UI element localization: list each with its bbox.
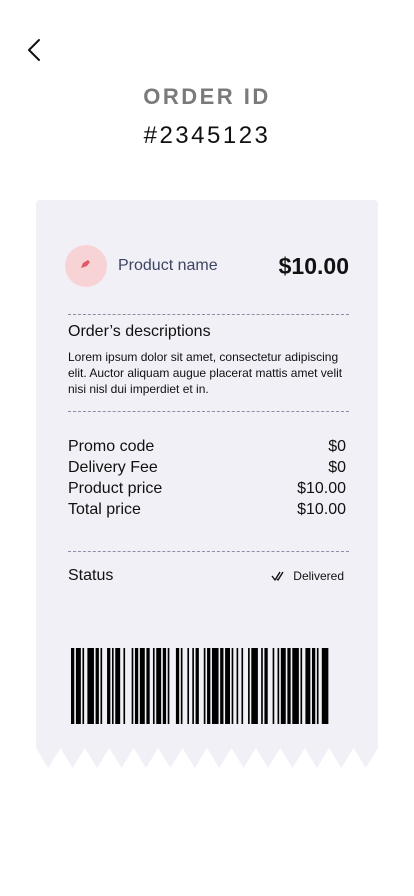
receipt-torn-edge <box>36 748 378 768</box>
barcode-bar <box>207 648 211 724</box>
fee-label: Delivery Fee <box>68 459 158 476</box>
barcode-bar <box>107 648 111 724</box>
fee-value: $0 <box>328 438 346 455</box>
barcode-bar <box>287 648 291 724</box>
divider <box>68 314 349 315</box>
fee-list: Promo code $0 Delivery Fee $0 Product pr… <box>68 436 346 520</box>
fee-label: Promo code <box>68 438 155 455</box>
status-value: Delivered <box>293 569 344 583</box>
divider <box>68 411 349 412</box>
barcode-bar <box>146 648 150 724</box>
barcode <box>71 648 329 724</box>
order-number: #2345123 <box>143 122 271 149</box>
barcode-bar <box>300 648 303 724</box>
barcode-bar <box>100 648 103 724</box>
barcode-bar <box>115 648 121 724</box>
barcode-bar <box>162 648 167 724</box>
product-row: Product name $10.00 <box>65 245 349 287</box>
description-body: Lorem ipsum dolor sit amet, consectetur … <box>68 350 343 396</box>
barcode-bar <box>203 648 206 724</box>
fee-label: Product price <box>68 480 163 497</box>
barcode-bar <box>231 648 234 724</box>
barcode-bar <box>311 648 316 724</box>
barcode-bar <box>95 648 99 724</box>
barcode-bar <box>251 648 258 724</box>
fee-value: $10.00 <box>297 501 346 518</box>
back-button[interactable] <box>20 38 48 66</box>
barcode-bar <box>316 648 319 724</box>
product-avatar <box>65 245 107 287</box>
barcode-bar <box>192 648 194 724</box>
product-name: Product name <box>118 257 218 274</box>
status-label: Status <box>68 567 114 584</box>
status-row: Status Delivered <box>68 567 344 585</box>
double-check-icon <box>271 571 285 581</box>
barcode-bar <box>156 648 162 724</box>
fee-row-product-price: Product price $10.00 <box>68 478 346 499</box>
barcode-bar <box>236 648 239 724</box>
receipt-card: Product name $10.00 Order’s descriptions… <box>36 200 378 748</box>
barcode-bar <box>272 648 275 724</box>
barcode-bar <box>131 648 134 724</box>
barcode-bar <box>225 648 231 724</box>
barcode-bar <box>321 648 329 724</box>
fee-value: $10.00 <box>297 480 346 497</box>
barcode-bar <box>134 648 139 724</box>
barcode-bar <box>241 648 244 724</box>
barcode-bar <box>167 648 170 724</box>
barcode-bar <box>180 648 183 724</box>
barcode-bar <box>123 648 126 724</box>
barcode-bar <box>305 648 311 724</box>
barcode-bar <box>220 648 224 724</box>
fee-label: Total price <box>68 501 141 518</box>
divider <box>68 551 349 552</box>
fee-row-total-price: Total price $10.00 <box>68 499 346 520</box>
tag-icon <box>79 257 93 276</box>
barcode-bar <box>264 648 268 724</box>
fee-row-promo-code: Promo code $0 <box>68 436 346 457</box>
product-price: $10.00 <box>278 252 349 279</box>
barcode-bar <box>261 648 263 724</box>
barcode-bar <box>82 648 85 724</box>
barcode-bar <box>280 648 286 724</box>
description-title: Order’s descriptions <box>68 323 211 340</box>
status-badge: Delivered <box>271 569 344 583</box>
barcode-bar <box>211 648 219 724</box>
fee-row-delivery-fee: Delivery Fee $0 <box>68 457 346 478</box>
order-id-label: ORDER ID <box>143 84 271 109</box>
barcode-bar <box>277 648 280 724</box>
barcode-bar <box>87 648 94 724</box>
barcode-bar <box>111 648 114 724</box>
barcode-bar <box>248 648 250 724</box>
barcode-bar <box>152 648 155 724</box>
barcode-bar <box>195 648 199 724</box>
barcode-bar <box>175 648 180 724</box>
barcode-bar <box>139 648 145 724</box>
fee-value: $0 <box>328 459 346 476</box>
barcode-bar <box>292 648 299 724</box>
barcode-bar <box>187 648 190 724</box>
barcode-bar <box>71 648 75 724</box>
barcode-bar <box>75 648 81 724</box>
chevron-left-icon <box>27 38 41 67</box>
